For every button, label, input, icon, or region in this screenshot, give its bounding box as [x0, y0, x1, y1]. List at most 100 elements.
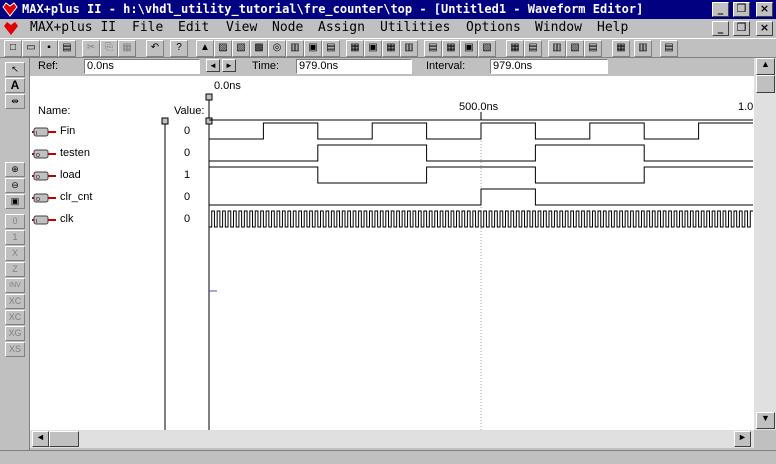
time-field[interactable]: 979.0ns [296, 59, 412, 74]
signal-row-testen[interactable]: testen 0 [30, 143, 754, 165]
scroll-left-button[interactable]: ◄ [32, 431, 49, 447]
zoom-in-icon[interactable]: ⊕ [5, 162, 25, 177]
close-button[interactable]: × [756, 2, 773, 17]
node-find-icon[interactable]: ▤ [322, 40, 340, 57]
fit-window-icon[interactable]: ▣ [5, 194, 25, 209]
tool-29-icon[interactable]: ▤ [584, 40, 602, 57]
pointer-tool-icon[interactable]: ↖ [5, 62, 25, 77]
menu-maxplus[interactable]: MAX+plus II [30, 20, 116, 36]
hierarchy-up-icon[interactable]: ▦ [346, 40, 364, 57]
waveform-editor: Ref: 0.0ns ◄ ► Time: 979.0ns Interval: 9… [30, 58, 754, 430]
new-file-icon[interactable]: □ [4, 40, 22, 57]
menu-window[interactable]: Window [535, 20, 582, 36]
search-node-icon[interactable]: ▣ [364, 40, 382, 57]
signal-row-clk[interactable]: clk 0 [30, 209, 754, 231]
ref-label: Ref: [38, 60, 59, 72]
tool-27-icon[interactable]: ▥ [548, 40, 566, 57]
scroll-down-button[interactable]: ▼ [756, 412, 775, 429]
signal-row-clr-cnt[interactable]: clr_cnt 0 [30, 187, 754, 209]
context-help-icon[interactable]: ? [170, 40, 188, 57]
hierarchy-icon[interactable]: ◎ [268, 40, 286, 57]
undo-icon[interactable]: ↶ [146, 40, 164, 57]
signal-name[interactable]: load [60, 169, 81, 181]
horizontal-scroll-thumb[interactable] [49, 431, 79, 447]
report-icon[interactable]: ▦ [382, 40, 400, 57]
waveform-area[interactable]: IOOOI 0.0ns 500.0ns 1.0 Name: Value: Fin… [30, 76, 754, 430]
scroll-up-button[interactable]: ▲ [756, 58, 775, 75]
tool-26-icon[interactable]: ▤ [524, 40, 542, 57]
menu-assign[interactable]: Assign [318, 20, 365, 36]
menu-file[interactable]: File [132, 20, 163, 36]
horizontal-scrollbar[interactable]: ◄ ► [30, 430, 754, 448]
force-high-icon[interactable]: 1 [5, 230, 25, 245]
document-icon[interactable] [3, 21, 19, 36]
floorplan-icon[interactable]: ▥ [286, 40, 304, 57]
signal-name[interactable]: clr_cnt [60, 191, 92, 203]
node-tool-icon[interactable]: ⇹ [5, 94, 25, 109]
signal-row-load[interactable]: load 1 [30, 165, 754, 187]
maxplus-logo-icon [2, 2, 18, 17]
child-close-button[interactable]: × [756, 21, 773, 36]
child-minimize-button[interactable]: _ [712, 21, 729, 36]
signal-name[interactable]: testen [60, 147, 90, 159]
tool-32-icon[interactable]: ▤ [660, 40, 678, 57]
timing-analyzer-icon[interactable]: ▧ [232, 40, 250, 57]
minimize-button[interactable]: _ [712, 2, 729, 17]
group-value-icon[interactable]: XG [5, 326, 25, 341]
group-icon[interactable]: ▣ [460, 40, 478, 57]
sequence-icon[interactable]: XS [5, 342, 25, 357]
menu-help[interactable]: Help [597, 20, 628, 36]
tool-28-icon[interactable]: ▧ [566, 40, 584, 57]
programmer-icon[interactable]: ▩ [250, 40, 268, 57]
prev-transition-button[interactable]: ◄ [206, 59, 220, 72]
maximize-button[interactable]: ❐ [733, 2, 750, 17]
menu-options[interactable]: Options [466, 20, 521, 36]
force-low-icon[interactable]: 0 [5, 214, 25, 229]
message-icon[interactable]: ▥ [400, 40, 418, 57]
simulator-icon[interactable]: ▨ [214, 40, 232, 57]
signal-row-fin[interactable]: Fin 0 [30, 121, 754, 143]
save-icon[interactable]: ▪ [40, 40, 58, 57]
time-mark-1000-label: 1.0 [738, 101, 754, 113]
invert-icon[interactable]: INV [5, 278, 25, 293]
title-bar: MAX+plus II - h:\vhdl_utility_tutorial\f… [0, 0, 776, 19]
timing-icon[interactable]: ▤ [424, 40, 442, 57]
child-restore-button[interactable]: ❐ [733, 21, 750, 36]
print-icon[interactable]: ▤ [58, 40, 76, 57]
vertical-scrollbar[interactable]: ▲ ▼ [754, 58, 776, 430]
menu-utilities[interactable]: Utilities [380, 20, 450, 36]
compiler-icon[interactable]: ▲ [196, 40, 214, 57]
force-highz-icon[interactable]: Z [5, 262, 25, 277]
signal-value: 0 [184, 213, 191, 225]
menu-edit[interactable]: Edit [178, 20, 209, 36]
cut-icon[interactable]: ✂ [82, 40, 100, 57]
name-column-header: Name: [38, 105, 71, 117]
tool-30-icon[interactable]: ▦ [612, 40, 630, 57]
next-transition-button[interactable]: ► [222, 59, 236, 72]
value-column-header: Value: [174, 105, 205, 117]
signal-name[interactable]: Fin [60, 125, 75, 137]
text-tool-icon[interactable]: A [5, 78, 25, 93]
open-file-icon[interactable]: ▭ [22, 40, 40, 57]
scroll-corner [754, 430, 776, 450]
force-unknown-icon[interactable]: X [5, 246, 25, 261]
ungroup-icon[interactable]: ▧ [478, 40, 496, 57]
open-editor-icon[interactable]: ▣ [304, 40, 322, 57]
menu-node[interactable]: Node [272, 20, 303, 36]
waveform-tool-palette: ↖ A ⇹ ⊕ ⊖ ▣ 0 1 X Z INV XC XC XG XS [0, 58, 30, 450]
toolbar: □ ▭ ▪ ▤ ✂ ⎘ ▦ ↶? ▲ ▨ ▧ ▩ ◎ ▥ ▣ ▤ ▦ ▣ ▦ ▥ ▤ ▦ ▣ ▧ ▦ ▤ ▥ ▧ ▤ ▦ ▥ ▤ [0, 38, 776, 58]
interval-field[interactable]: 979.0ns [490, 59, 608, 74]
zoom-out-icon[interactable]: ⊖ [5, 178, 25, 193]
zoom-fit-icon[interactable]: ▦ [506, 40, 524, 57]
overwrite-clock-icon[interactable]: XC [5, 294, 25, 309]
ref-field[interactable]: 0.0ns [84, 59, 200, 74]
tool-31-icon[interactable]: ▥ [634, 40, 652, 57]
paste-icon[interactable]: ▦ [118, 40, 136, 57]
copy-icon[interactable]: ⎘ [100, 40, 118, 57]
scroll-right-button[interactable]: ► [734, 431, 751, 447]
simulation-icon[interactable]: ▦ [442, 40, 460, 57]
signal-name[interactable]: clk [60, 213, 73, 225]
menu-view[interactable]: View [226, 20, 257, 36]
vertical-scroll-thumb[interactable] [756, 75, 775, 93]
overwrite-count-icon[interactable]: XC [5, 310, 25, 325]
